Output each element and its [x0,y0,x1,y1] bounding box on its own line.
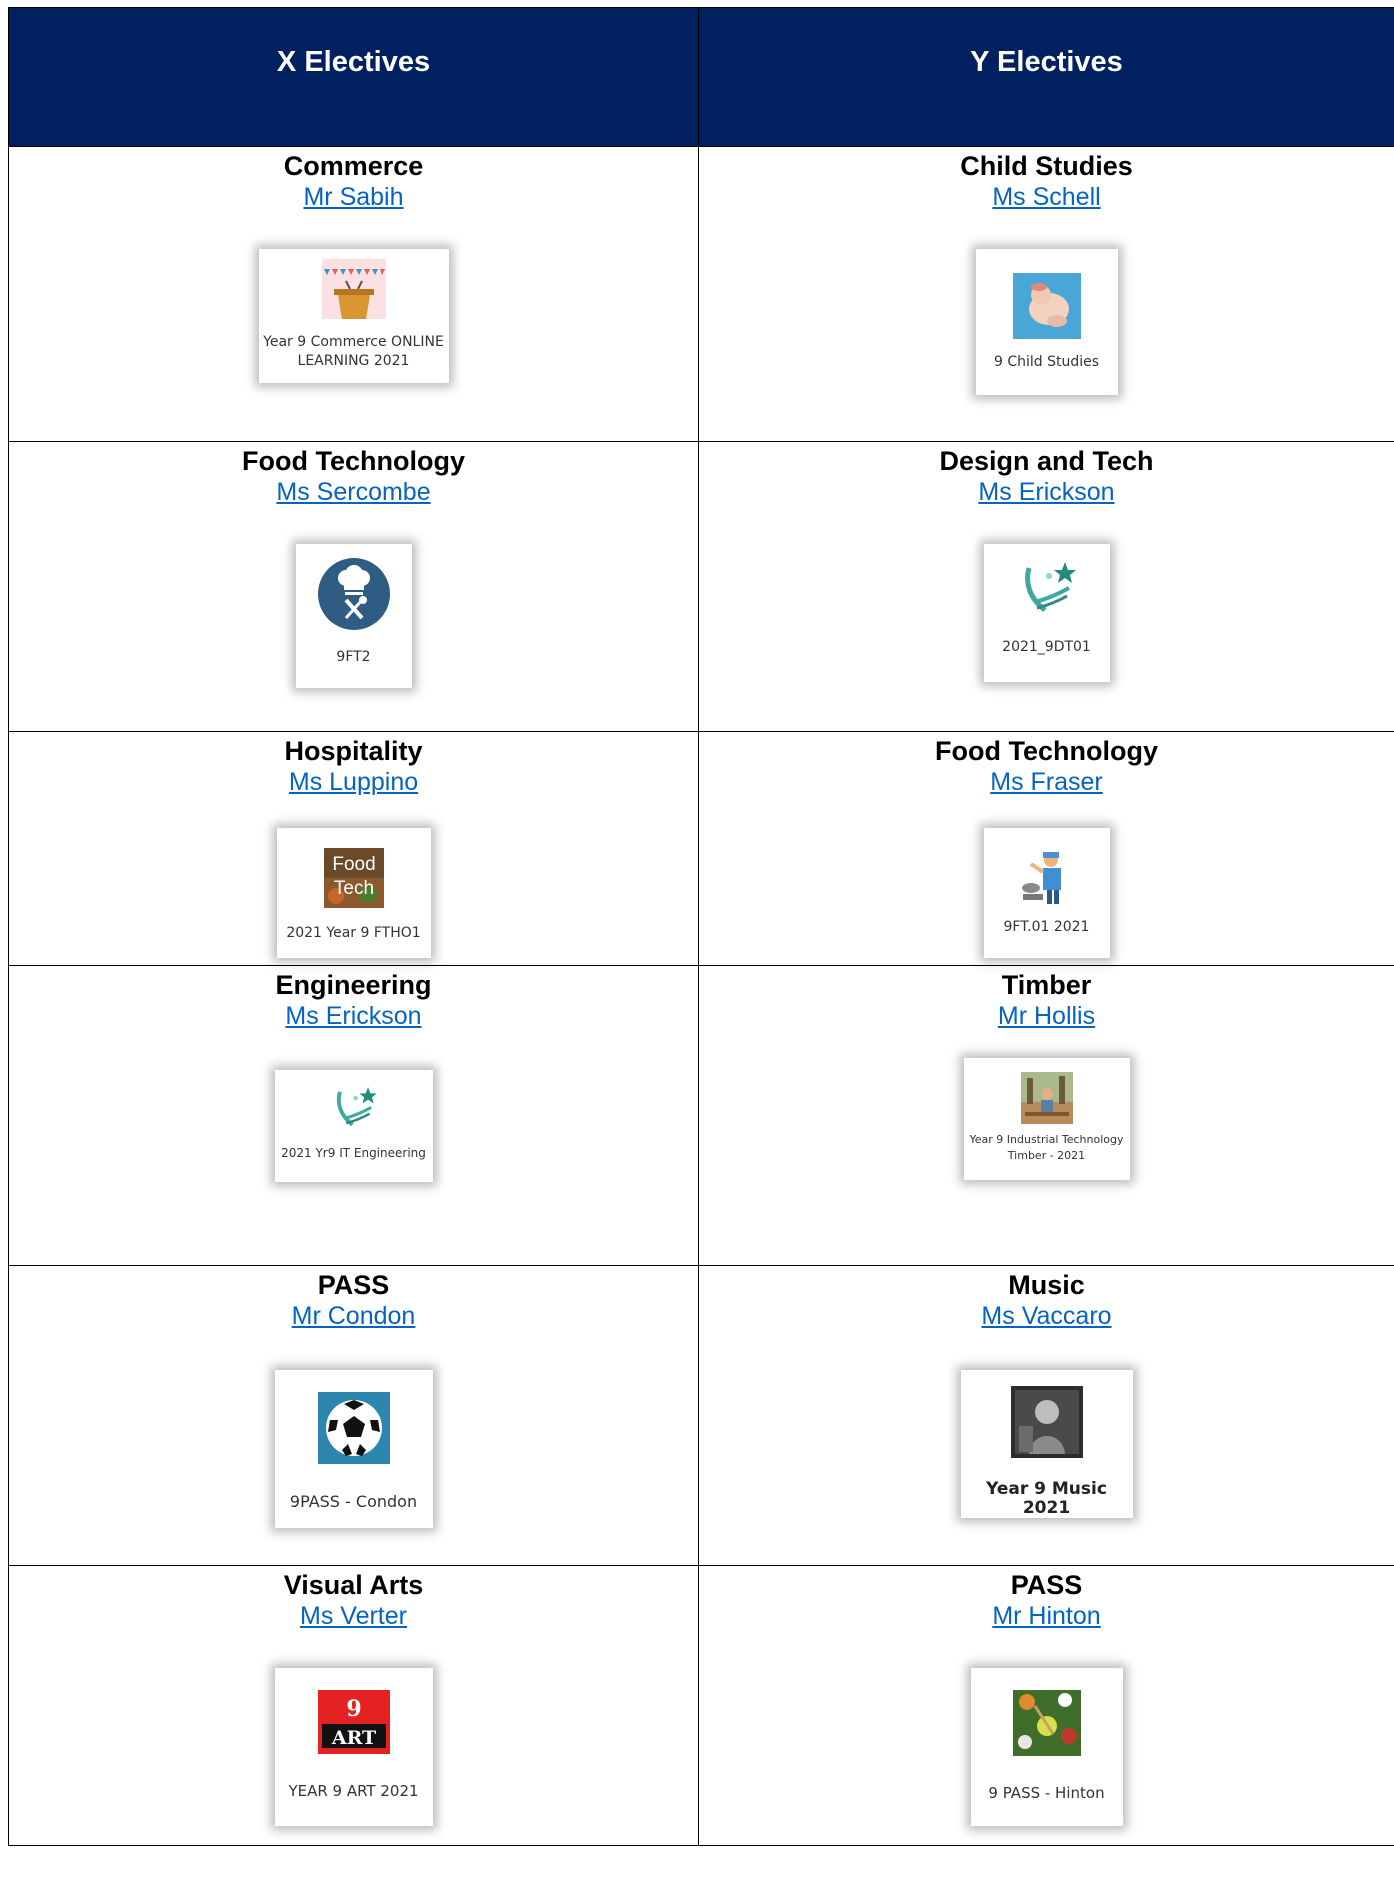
subject-title: Food Technology [242,446,465,476]
elective-cell: PASS Mr Condon 9PASS - Condon [8,1265,699,1566]
teacher-link[interactable]: Ms Verter [300,1601,407,1632]
teacher-link[interactable]: Mr Hollis [998,1001,1095,1032]
elective-cell: Food Technology Ms Fraser 9FT.01 2021 [698,731,1394,966]
tech-icon-text: Tech [333,878,373,899]
electives-table: X Electives Y Electives Commerce Mr Sabi… [8,7,1394,1846]
tile-caption: Year 9 Commerce ONLINE LEARNING 2021 [263,334,444,369]
podium-icon [321,259,386,319]
nine-art-badge-icon: 9 ART [317,1690,390,1754]
teacher-link[interactable]: Ms Sercombe [276,477,430,508]
soccer-ball-icon [317,1392,390,1464]
elective-cell: Visual Arts Ms Verter 9 ART YEAR 9 ART 2… [8,1565,699,1846]
subject-title: Design and Tech [939,446,1154,476]
tile-caption: 2021 Yr9 IT Engineering [281,1146,426,1160]
teacher-link[interactable]: Ms Schell [992,182,1100,213]
workshop-photo-icon [1020,1072,1073,1124]
badge-number: 9 [346,1696,361,1722]
tile-caption: 2021_9DT01 [1002,639,1091,655]
x-header-label: X Electives [276,46,431,78]
elective-cell: Hospitality Ms Luppino Food Tech 2021 Ye… [8,731,699,966]
class-tile[interactable]: 9 Child Studies [975,249,1118,395]
class-tile[interactable]: Food Tech 2021 Year 9 FTHO1 [276,828,431,958]
y-electives-header: Y Electives [698,7,1394,147]
composer-portrait-icon [1010,1386,1083,1458]
elective-cell: Timber Mr Hollis Year 9 Industrial Techn… [698,965,1394,1266]
tile-caption: 9 PASS - Hinton [988,1784,1105,1802]
subject-title: PASS [317,1270,390,1300]
chef-hat-utensils-icon [317,558,390,630]
teacher-link[interactable]: Mr Hinton [992,1601,1100,1632]
school-crest-icon [336,1087,377,1127]
food-tech-photo-icon: Food Tech [323,848,384,908]
teacher-link[interactable]: Ms Luppino [289,767,418,798]
class-tile[interactable]: 9FT.01 2021 [983,828,1110,958]
tile-caption: 9PASS - Condon [289,1492,418,1511]
class-tile[interactable]: 9FT2 [295,544,412,688]
elective-cell: Engineering Ms Erickson 2021 Yr9 IT Engi… [8,965,699,1266]
elective-cell: Child Studies Ms Schell 9 Child Studies [698,146,1394,442]
subject-title: Engineering [275,970,432,1000]
elective-cell: Design and Tech Ms Erickson 2021_9DT01 [698,441,1394,732]
teacher-link[interactable]: Mr Sabih [303,182,403,213]
teacher-link[interactable]: Ms Erickson [285,1001,421,1032]
class-tile[interactable]: 9 PASS - Hinton [970,1668,1123,1826]
school-crest-icon [1024,562,1076,612]
subject-title: Timber [1001,970,1092,1000]
class-tile[interactable]: 9PASS - Condon [274,1370,433,1528]
subject-title: PASS [1010,1570,1083,1600]
cook-figure-icon [1021,852,1061,904]
teacher-link[interactable]: Mr Condon [292,1301,416,1332]
tile-caption: 2021 Year 9 FTHO1 [286,925,421,941]
baby-photo-icon [1012,273,1081,339]
elective-cell: Music Ms Vaccaro Year 9 Music 2021 [698,1265,1394,1566]
subject-title: Food Technology [935,736,1158,766]
subject-title: Music [1008,1270,1085,1300]
tile-caption: YEAR 9 ART 2021 [288,1782,419,1800]
subject-title: Visual Arts [283,1570,424,1600]
teacher-link[interactable]: Ms Fraser [990,767,1103,798]
subject-title: Commerce [283,151,424,181]
x-electives-header: X Electives [8,7,699,147]
subject-title: Hospitality [284,736,423,766]
class-tile[interactable]: 2021 Yr9 IT Engineering [274,1070,433,1182]
tile-caption: Year 9 Music 2021 [986,1479,1107,1518]
tile-caption: 9FT2 [336,649,371,665]
food-icon-text: Food [332,854,375,875]
tile-caption: 9 Child Studies [993,354,1100,370]
class-tile[interactable]: 9 ART YEAR 9 ART 2021 [274,1668,433,1826]
elective-cell: Food Technology Ms Sercombe 9FT2 [8,441,699,732]
class-tile[interactable]: Year 9 Industrial Technology Timber - 20… [963,1058,1130,1180]
class-tile[interactable]: Year 9 Commerce ONLINE LEARNING 2021 [258,249,449,383]
subject-title: Child Studies [960,151,1133,181]
elective-cell: Commerce Mr Sabih Year 9 Commerce ONLINE… [8,146,699,442]
teacher-link[interactable]: Ms Vaccaro [981,1301,1111,1332]
class-tile[interactable]: Year 9 Music 2021 [960,1370,1133,1518]
tile-caption: 9FT.01 2021 [1003,919,1090,935]
tile-caption: Year 9 Industrial Technology Timber - 20… [969,1133,1124,1162]
sports-balls-photo-icon [1012,1690,1081,1756]
class-tile[interactable]: 2021_9DT01 [983,544,1110,682]
y-header-label: Y Electives [970,46,1123,78]
elective-cell: PASS Mr Hinton 9 PASS - Hinton [698,1565,1394,1846]
badge-word: ART [330,1727,375,1749]
teacher-link[interactable]: Ms Erickson [978,477,1114,508]
